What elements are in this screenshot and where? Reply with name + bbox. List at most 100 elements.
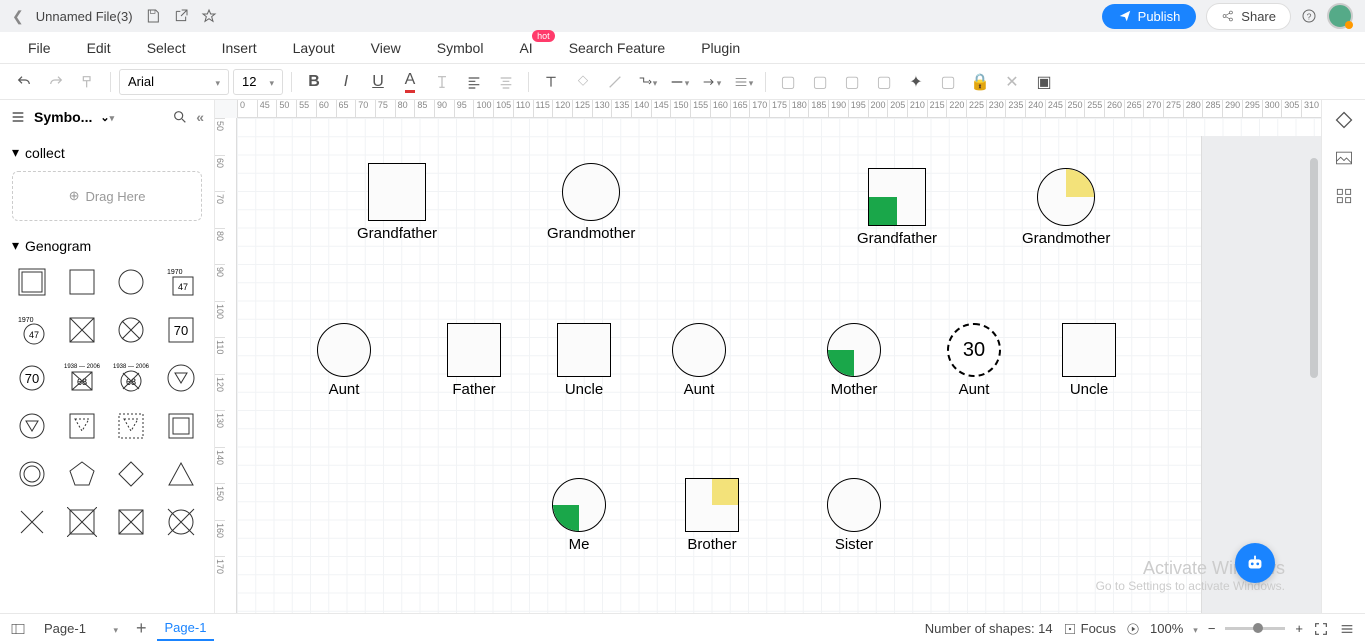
section-genogram[interactable]: ▾Genogram bbox=[12, 233, 202, 258]
assistant-fab[interactable] bbox=[1235, 543, 1275, 583]
shape-uncle-1[interactable]: Uncle bbox=[557, 323, 611, 398]
shape-sister[interactable]: Sister bbox=[827, 478, 881, 553]
shape-brother[interactable]: Brother bbox=[685, 478, 739, 553]
fill-color-button[interactable] bbox=[569, 68, 597, 96]
menu-select[interactable]: Select bbox=[129, 34, 204, 62]
align-left-button[interactable] bbox=[460, 68, 488, 96]
sym-circle-x-outer[interactable] bbox=[161, 502, 201, 542]
shape-uncle-2[interactable]: Uncle bbox=[1062, 323, 1116, 398]
zoom-out-button[interactable]: − bbox=[1208, 621, 1216, 636]
sym-pentagon[interactable] bbox=[62, 454, 102, 494]
align-tool-button[interactable]: ▢ bbox=[838, 68, 866, 96]
shape-grandfather-1[interactable]: Grandfather bbox=[357, 163, 437, 242]
lock-button[interactable]: 🔒 bbox=[966, 68, 994, 96]
font-size-select[interactable]: 12 bbox=[233, 69, 283, 95]
shape-mother[interactable]: Mother bbox=[827, 323, 881, 398]
menu-view[interactable]: View bbox=[353, 34, 419, 62]
menu-search[interactable]: Search Feature bbox=[551, 34, 684, 62]
align-center-button[interactable] bbox=[492, 68, 520, 96]
sym-circle[interactable] bbox=[111, 262, 151, 302]
ungroup-button[interactable]: ▢ bbox=[806, 68, 834, 96]
sym-x-sq[interactable] bbox=[62, 502, 102, 542]
line-style-button[interactable] bbox=[665, 68, 693, 96]
sym-square-inner[interactable] bbox=[161, 406, 201, 446]
save-icon[interactable] bbox=[145, 8, 161, 24]
sym-square[interactable] bbox=[62, 262, 102, 302]
canvas-area[interactable]: 0455055606570758085909510010511011512012… bbox=[215, 100, 1321, 613]
sym-diamond[interactable] bbox=[111, 454, 151, 494]
style-icon[interactable] bbox=[1334, 110, 1354, 130]
scrollbar-thumb[interactable] bbox=[1310, 158, 1318, 378]
focus-label[interactable]: Focus bbox=[1081, 621, 1116, 636]
publish-button[interactable]: Publish bbox=[1102, 4, 1197, 29]
sym-circle-68-dates[interactable]: 1938 — 200668 bbox=[111, 358, 151, 398]
play-icon[interactable] bbox=[1126, 622, 1140, 636]
section-collect[interactable]: ▾collect bbox=[12, 140, 202, 165]
star-icon[interactable] bbox=[201, 8, 217, 24]
line-color-button[interactable] bbox=[601, 68, 629, 96]
undo-button[interactable] bbox=[10, 68, 38, 96]
shape-grandmother-1[interactable]: Grandmother bbox=[547, 163, 635, 242]
font-select[interactable]: Arial bbox=[119, 69, 229, 95]
menu-edit[interactable]: Edit bbox=[69, 34, 129, 62]
sym-year-circle[interactable]: 197047 bbox=[12, 310, 52, 350]
menu-layout[interactable]: Layout bbox=[275, 34, 353, 62]
effects-button[interactable]: ✦ bbox=[902, 68, 930, 96]
sym-triangle-up[interactable] bbox=[161, 454, 201, 494]
shape-me[interactable]: Me bbox=[552, 478, 606, 553]
arrow-start-button[interactable] bbox=[697, 68, 725, 96]
fullscreen-icon[interactable] bbox=[1313, 621, 1329, 637]
back-icon[interactable]: ❮ bbox=[12, 8, 24, 25]
image-icon[interactable] bbox=[1334, 148, 1354, 168]
sym-square-70[interactable]: 70 bbox=[161, 310, 201, 350]
layers-button[interactable]: ▢ bbox=[934, 68, 962, 96]
sym-square-68-dates[interactable]: 1938 — 200668 bbox=[62, 358, 102, 398]
user-avatar[interactable] bbox=[1327, 3, 1353, 29]
canvas[interactable]: Grandfather Grandmother Grandfather Gran… bbox=[237, 118, 1321, 613]
sym-x-plain[interactable] bbox=[12, 502, 52, 542]
connector-button[interactable] bbox=[633, 68, 661, 96]
drop-area[interactable]: ⊕ Drag Here bbox=[12, 171, 202, 221]
zoom-in-button[interactable]: + bbox=[1295, 621, 1303, 636]
sym-circle-70[interactable]: 70 bbox=[12, 358, 52, 398]
text-format-button[interactable] bbox=[428, 68, 456, 96]
text-color-button[interactable]: A bbox=[396, 68, 424, 96]
menu-symbol[interactable]: Symbol bbox=[419, 34, 502, 62]
collapse-icon[interactable]: « bbox=[196, 109, 204, 125]
help-icon[interactable]: ? bbox=[1301, 8, 1317, 24]
sym-square-x[interactable] bbox=[62, 310, 102, 350]
tools-button[interactable]: ✕ bbox=[998, 68, 1026, 96]
menu-icon[interactable] bbox=[1339, 621, 1355, 637]
focus-icon[interactable] bbox=[1063, 622, 1077, 636]
shape-grandfather-2[interactable]: Grandfather bbox=[857, 168, 937, 247]
shape-father[interactable]: Father bbox=[447, 323, 501, 398]
sym-sq-x-inner[interactable] bbox=[111, 502, 151, 542]
page-tab[interactable]: Page-1 bbox=[157, 616, 215, 641]
sym-triangle-down[interactable] bbox=[161, 358, 201, 398]
sym-circle-x[interactable] bbox=[111, 310, 151, 350]
underline-button[interactable]: U bbox=[364, 68, 392, 96]
menu-insert[interactable]: Insert bbox=[204, 34, 275, 62]
preview-button[interactable]: ▣ bbox=[1030, 68, 1058, 96]
shape-aunt-3[interactable]: 30Aunt bbox=[947, 323, 1001, 398]
shape-grandmother-2[interactable]: Grandmother bbox=[1022, 168, 1110, 247]
bold-button[interactable]: B bbox=[300, 68, 328, 96]
menu-file[interactable]: File bbox=[10, 34, 69, 62]
shape-aunt-2[interactable]: Aunt bbox=[672, 323, 726, 398]
redo-button[interactable] bbox=[42, 68, 70, 96]
grid-icon[interactable] bbox=[1334, 186, 1354, 206]
sym-circle-small[interactable] bbox=[12, 454, 52, 494]
italic-button[interactable]: I bbox=[332, 68, 360, 96]
page-select[interactable]: Page-1 bbox=[36, 616, 126, 642]
line-weight-button[interactable] bbox=[729, 68, 757, 96]
search-icon[interactable] bbox=[172, 109, 188, 125]
menu-ai[interactable]: AIhot bbox=[501, 34, 550, 62]
sym-circle-triangle[interactable] bbox=[12, 406, 52, 446]
text-tool-button[interactable] bbox=[537, 68, 565, 96]
shape-aunt-1[interactable]: Aunt bbox=[317, 323, 371, 398]
sym-square-triangle-dash2[interactable] bbox=[111, 406, 151, 446]
file-name[interactable]: Unnamed File(3) bbox=[36, 9, 133, 24]
add-page-button[interactable]: + bbox=[136, 618, 147, 639]
format-painter-button[interactable] bbox=[74, 68, 102, 96]
sym-square-double[interactable] bbox=[12, 262, 52, 302]
